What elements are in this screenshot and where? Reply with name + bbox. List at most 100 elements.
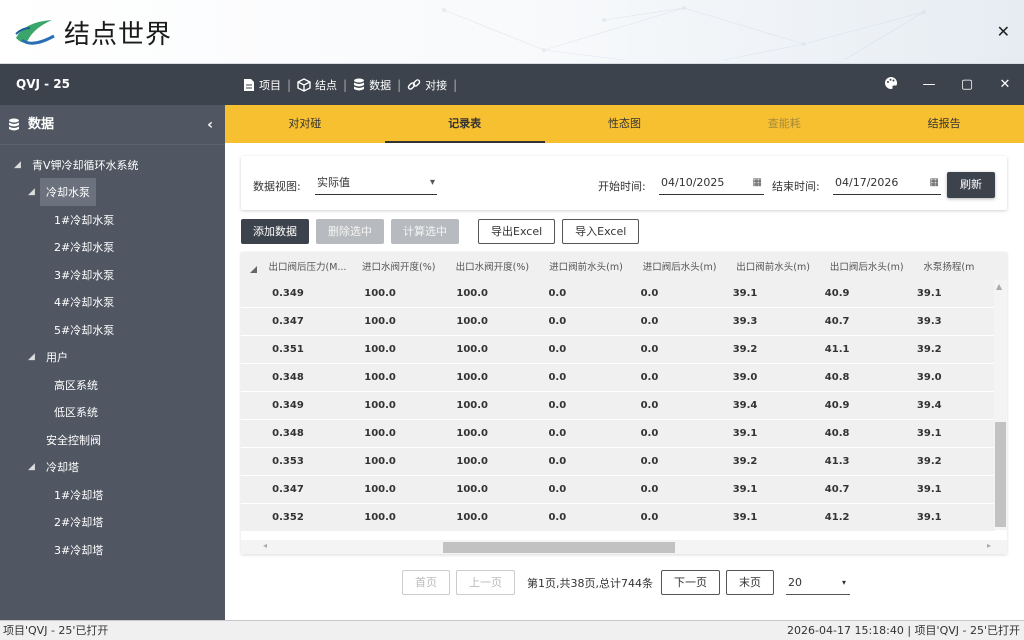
expand-toggle-icon[interactable]: ◢ xyxy=(28,187,40,197)
toolbar-data[interactable]: 数据 xyxy=(347,77,397,93)
table-cell[interactable]: 41.2 xyxy=(811,512,903,523)
table-cell[interactable]: 0.0 xyxy=(534,372,626,383)
palette-icon[interactable] xyxy=(872,76,910,94)
expand-toggle-icon[interactable]: ◢ xyxy=(28,352,40,362)
table-cell[interactable]: 39.1 xyxy=(903,484,995,495)
table-cell[interactable]: 40.9 xyxy=(811,288,903,299)
view-select[interactable]: 实际值 ▾ xyxy=(315,171,437,195)
table-cell[interactable]: 0.349 xyxy=(258,288,350,299)
table-cell[interactable]: 100.0 xyxy=(350,344,442,355)
page-size-select[interactable]: 20 ▾ xyxy=(785,570,850,595)
sidebar-section-header[interactable]: 数据 ‹ xyxy=(0,105,225,145)
table-row[interactable]: 0.348 100.0 100.0 0.0 0.0 39.0 40.8 39.0 xyxy=(241,364,995,392)
table-cell[interactable]: 0.351 xyxy=(258,344,350,355)
delete-selected-button[interactable]: 删除选中 xyxy=(316,219,384,244)
tree-node[interactable]: ◢ 冷却水泵 xyxy=(0,178,225,207)
column-header[interactable]: 进口阀前水头(m) xyxy=(539,259,633,273)
table-cell[interactable]: 39.1 xyxy=(719,484,811,495)
column-header[interactable]: 进口阀后水头(m) xyxy=(633,259,727,273)
table-cell[interactable]: 39.0 xyxy=(719,372,811,383)
table-cell[interactable]: 40.8 xyxy=(811,372,903,383)
vertical-scrollbar[interactable]: ▲ xyxy=(994,280,1007,530)
import-excel-button[interactable]: 导入Excel xyxy=(562,219,640,244)
table-cell[interactable]: 0.0 xyxy=(534,512,626,523)
close-icon[interactable]: ✕ xyxy=(997,22,1010,41)
tab-performance[interactable]: 性态图 xyxy=(545,105,705,143)
tab-report[interactable]: 结报告 xyxy=(864,105,1024,143)
table-cell[interactable]: 100.0 xyxy=(350,456,442,467)
table-cell[interactable]: 0.348 xyxy=(258,428,350,439)
calendar-icon[interactable]: ▦ xyxy=(753,171,762,195)
toolbar-node[interactable]: 结点 xyxy=(291,77,343,93)
tab-records[interactable]: 记录表 xyxy=(384,105,545,143)
toolbar-project[interactable]: 项目 xyxy=(237,77,287,93)
column-header[interactable]: 进口水阀开度(%) xyxy=(352,259,446,273)
end-date-input[interactable]: 04/17/2026 ▦ xyxy=(833,171,941,195)
table-cell[interactable]: 39.0 xyxy=(903,372,995,383)
table-cell[interactable]: 100.0 xyxy=(350,400,442,411)
refresh-button[interactable]: 刷新 xyxy=(947,172,995,198)
table-cell[interactable]: 39.4 xyxy=(719,400,811,411)
column-header[interactable]: 出口阀前水头(m) xyxy=(726,259,820,273)
tab-energy[interactable]: 查能耗 xyxy=(704,105,864,143)
expand-toggle-icon[interactable]: ◢ xyxy=(14,160,26,170)
scroll-right-icon[interactable]: ▸ xyxy=(987,541,991,550)
scroll-left-icon[interactable]: ◂ xyxy=(263,541,267,550)
table-cell[interactable]: 0.0 xyxy=(627,344,719,355)
table-cell[interactable]: 39.2 xyxy=(719,344,811,355)
tree-node[interactable]: 低区系统 xyxy=(0,399,225,427)
table-cell[interactable]: 40.9 xyxy=(811,400,903,411)
table-row[interactable]: 0.349 100.0 100.0 0.0 0.0 39.1 40.9 39.1 xyxy=(241,280,995,308)
horizontal-scrollbar[interactable]: ◂ ▸ xyxy=(241,540,1007,554)
tree-node[interactable]: 5#冷却水泵 xyxy=(0,316,225,344)
tree-node[interactable]: 高区系统 xyxy=(0,371,225,399)
close-window-icon[interactable]: ✕ xyxy=(986,77,1024,92)
table-row[interactable]: 0.353 100.0 100.0 0.0 0.0 39.2 41.3 39.2 xyxy=(241,448,995,476)
calculate-selected-button[interactable]: 计算选中 xyxy=(391,219,459,244)
table-cell[interactable]: 39.1 xyxy=(903,512,995,523)
prev-page-button[interactable]: 上一页 xyxy=(456,570,515,595)
table-cell[interactable]: 39.1 xyxy=(903,288,995,299)
table-cell[interactable]: 39.2 xyxy=(903,344,995,355)
chevron-left-icon[interactable]: ‹ xyxy=(207,105,213,145)
table-cell[interactable]: 39.4 xyxy=(903,400,995,411)
table-cell[interactable]: 100.0 xyxy=(442,316,534,327)
minimize-icon[interactable]: — xyxy=(910,77,948,92)
expand-toggle-icon[interactable]: ◢ xyxy=(28,462,40,472)
table-cell[interactable]: 0.0 xyxy=(534,344,626,355)
table-cell[interactable]: 41.1 xyxy=(811,344,903,355)
table-cell[interactable]: 0.353 xyxy=(258,456,350,467)
tree-node[interactable]: ◢ 冷却塔 xyxy=(0,454,225,482)
table-cell[interactable]: 100.0 xyxy=(442,428,534,439)
table-cell[interactable]: 0.0 xyxy=(627,428,719,439)
table-cell[interactable]: 100.0 xyxy=(442,512,534,523)
export-excel-button[interactable]: 导出Excel xyxy=(478,219,556,244)
table-cell[interactable]: 39.1 xyxy=(903,428,995,439)
table-cell[interactable]: 0.0 xyxy=(627,316,719,327)
table-cell[interactable]: 0.0 xyxy=(534,316,626,327)
tab-compare[interactable]: 对对碰 xyxy=(225,105,385,143)
table-cell[interactable]: 100.0 xyxy=(350,288,442,299)
start-date-input[interactable]: 04/10/2025 ▦ xyxy=(659,171,764,195)
vertical-scroll-thumb[interactable] xyxy=(995,422,1006,527)
table-cell[interactable]: 0.0 xyxy=(627,512,719,523)
table-cell[interactable]: 0.0 xyxy=(627,484,719,495)
last-page-button[interactable]: 末页 xyxy=(725,570,774,595)
table-cell[interactable]: 100.0 xyxy=(442,372,534,383)
table-cell[interactable]: 40.7 xyxy=(811,484,903,495)
table-cell[interactable]: 0.349 xyxy=(258,400,350,411)
tree-node[interactable]: 1#冷却水泵 xyxy=(0,206,225,234)
table-cell[interactable]: 0.0 xyxy=(534,400,626,411)
table-cell[interactable]: 0.0 xyxy=(627,288,719,299)
maximize-icon[interactable]: ▢ xyxy=(948,77,986,92)
table-cell[interactable]: 0.347 xyxy=(258,484,350,495)
table-cell[interactable]: 100.0 xyxy=(442,484,534,495)
table-row[interactable]: 0.347 100.0 100.0 0.0 0.0 39.1 40.7 39.1 xyxy=(241,476,995,504)
column-header[interactable]: 出口阀后压力(M... xyxy=(258,259,352,273)
table-row[interactable]: 0.351 100.0 100.0 0.0 0.0 39.2 41.1 39.2 xyxy=(241,336,995,364)
table-cell[interactable]: 100.0 xyxy=(442,288,534,299)
table-cell[interactable]: 40.7 xyxy=(811,316,903,327)
table-cell[interactable]: 0.0 xyxy=(627,456,719,467)
tree-node[interactable]: 3#冷却水泵 xyxy=(0,261,225,289)
table-cell[interactable]: 39.1 xyxy=(719,428,811,439)
